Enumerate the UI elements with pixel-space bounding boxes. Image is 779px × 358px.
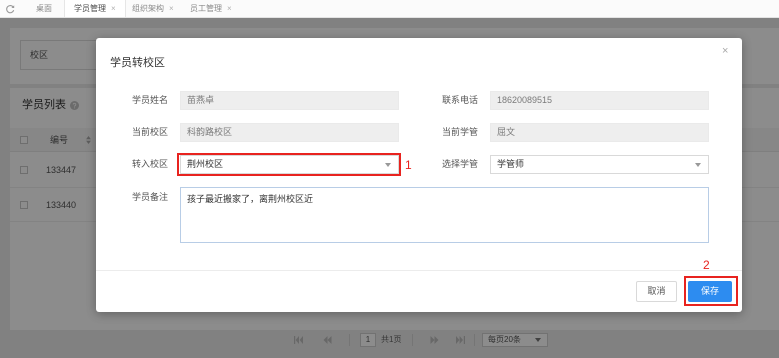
remark-textarea[interactable]: 孩子最近搬家了，离荆州校区近 <box>180 187 709 243</box>
tab-label: 学员管理 <box>74 4 106 13</box>
select-manager-label: 选择学管 <box>441 159 478 169</box>
annotation-box-target-campus <box>177 153 401 176</box>
annotation-number: 2 <box>703 258 710 272</box>
tab-staff-management[interactable]: 员工管理 × <box>188 0 234 17</box>
current-manager-label: 当前学管 <box>441 127 478 137</box>
tab-close-button[interactable]: × <box>169 4 174 13</box>
cancel-button[interactable]: 取消 <box>636 281 677 302</box>
phone-field: 18620089515 <box>490 91 709 110</box>
tab-close-button[interactable]: × <box>227 4 232 13</box>
tab-student-management[interactable]: 学员管理 × <box>64 0 126 17</box>
current-manager-field: 屈文 <box>490 123 709 142</box>
annotation-box-save <box>684 276 738 306</box>
remark-label: 学员备注 <box>131 192 168 202</box>
select-manager-select[interactable]: 学管师 <box>490 155 709 174</box>
current-campus-field: 科韵路校区 <box>180 123 399 142</box>
current-campus-label: 当前校区 <box>131 127 168 137</box>
student-name-field: 苗燕卓 <box>180 91 399 110</box>
refresh-icon[interactable] <box>5 4 15 14</box>
tab-label: 员工管理 <box>190 4 222 13</box>
caret-down-icon <box>695 163 701 167</box>
target-campus-label: 转入校区 <box>131 159 168 169</box>
annotation-number: 1 <box>405 158 412 172</box>
tab-label: 组织架构 <box>132 4 164 13</box>
footer-divider <box>96 270 742 271</box>
tab-bar: 桌面 学员管理 × 组织架构 × 员工管理 × <box>0 0 779 18</box>
tab-organization[interactable]: 组织架构 × <box>130 0 176 17</box>
tab-desktop[interactable]: 桌面 <box>30 0 58 17</box>
student-name-label: 学员姓名 <box>131 95 168 105</box>
select-manager-value: 学管师 <box>497 159 525 169</box>
close-icon[interactable]: × <box>722 45 728 57</box>
dialog-title: 学员转校区 <box>110 57 165 69</box>
phone-label: 联系电话 <box>441 95 478 105</box>
tab-close-button[interactable]: × <box>111 4 116 13</box>
transfer-campus-dialog: 学员转校区 × 学员姓名 苗燕卓 联系电话 18620089515 当前校区 科… <box>96 38 742 312</box>
tab-label: 桌面 <box>36 4 52 13</box>
